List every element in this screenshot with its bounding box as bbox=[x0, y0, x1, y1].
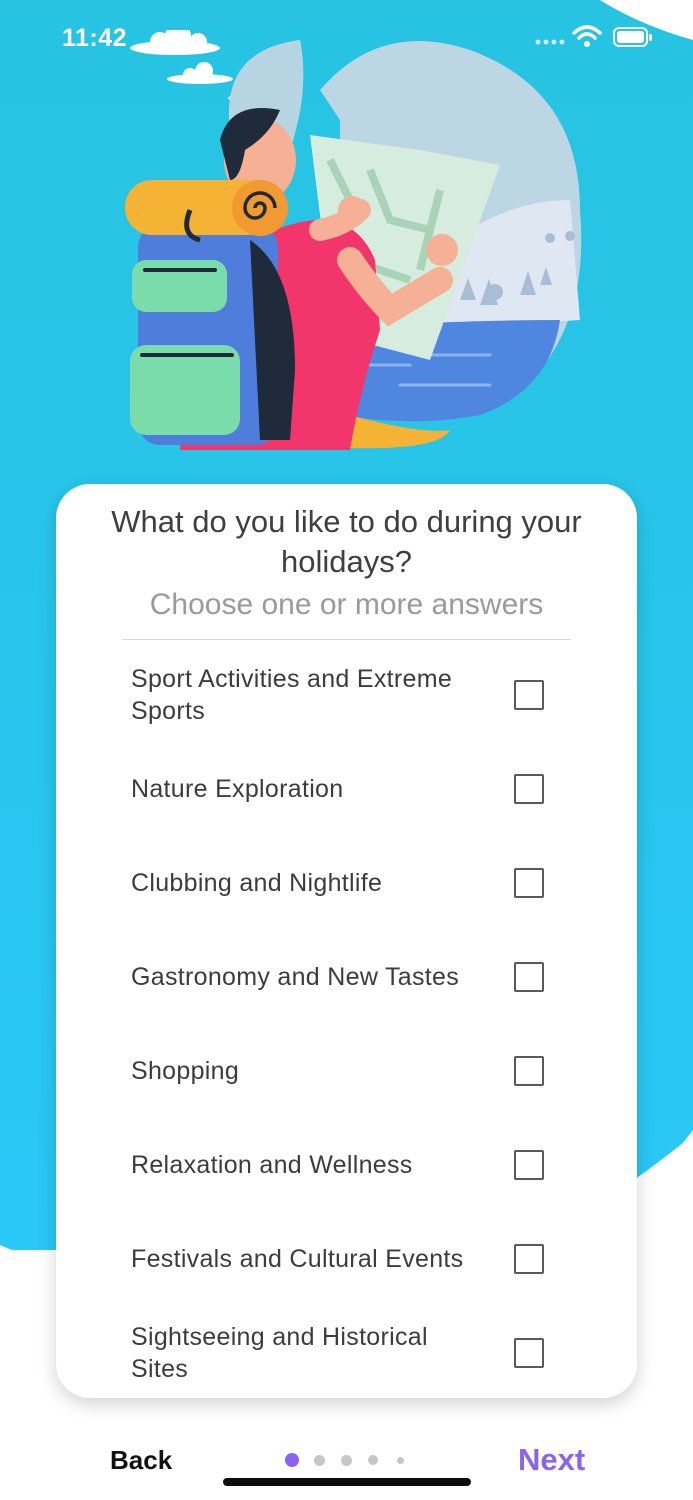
page-dot bbox=[397, 1457, 404, 1464]
question-card: What do you like to do during your holid… bbox=[56, 484, 637, 1398]
page-dot-active bbox=[285, 1453, 299, 1467]
page-indicator bbox=[285, 1453, 415, 1469]
battery-icon bbox=[613, 27, 652, 47]
option-clubbing-nightlife[interactable]: Clubbing and Nightlife bbox=[56, 836, 637, 930]
option-nature-exploration[interactable]: Nature Exploration bbox=[56, 742, 637, 836]
checkbox[interactable] bbox=[514, 1056, 544, 1086]
checkbox[interactable] bbox=[514, 680, 544, 710]
option-label: Clubbing and Nightlife bbox=[131, 869, 383, 897]
page-dot bbox=[314, 1455, 325, 1466]
option-shopping[interactable]: Shopping bbox=[56, 1024, 637, 1118]
checkbox[interactable] bbox=[514, 1150, 544, 1180]
option-label: Sightseeing and Historical Sites bbox=[131, 1323, 428, 1380]
page-dot bbox=[368, 1455, 378, 1465]
checkbox[interactable] bbox=[514, 962, 544, 992]
next-button[interactable]: Next bbox=[518, 1442, 585, 1478]
traveler-illustration-icon bbox=[125, 30, 582, 450]
status-time: 11:42 bbox=[62, 24, 128, 52]
option-label: Relaxation and Wellness bbox=[131, 1151, 413, 1179]
option-label: Nature Exploration bbox=[131, 775, 344, 803]
option-relaxation-wellness[interactable]: Relaxation and Wellness bbox=[56, 1118, 637, 1212]
option-festivals-cultural-events[interactable]: Festivals and Cultural Events bbox=[56, 1212, 637, 1306]
question-title: What do you like to do during your holid… bbox=[111, 504, 582, 579]
checkbox[interactable] bbox=[514, 1244, 544, 1274]
option-label: Shopping bbox=[131, 1057, 240, 1085]
page-dot bbox=[341, 1455, 352, 1466]
checkbox[interactable] bbox=[514, 868, 544, 898]
option-label: Gastronomy and New Tastes bbox=[131, 963, 460, 991]
option-label: Sport Activities and Extreme Sports bbox=[131, 665, 453, 725]
checkbox[interactable] bbox=[514, 1338, 544, 1368]
checkbox[interactable] bbox=[514, 774, 544, 804]
back-button[interactable]: Back bbox=[110, 1445, 172, 1476]
home-indicator bbox=[223, 1478, 471, 1486]
options-list[interactable]: Sport Activities and Extreme Sports Natu… bbox=[56, 648, 637, 1380]
option-sport-activities[interactable]: Sport Activities and Extreme Sports bbox=[56, 648, 637, 742]
divider bbox=[122, 639, 571, 640]
onboarding-navigation: Back Next bbox=[0, 1420, 693, 1500]
option-gastronomy[interactable]: Gastronomy and New Tastes bbox=[56, 930, 637, 1024]
question-hint: Choose one or more answers bbox=[149, 588, 544, 621]
option-sightseeing-historical[interactable]: Sightseeing and Historical Sites bbox=[56, 1306, 637, 1380]
option-label: Festivals and Cultural Events bbox=[131, 1245, 464, 1273]
